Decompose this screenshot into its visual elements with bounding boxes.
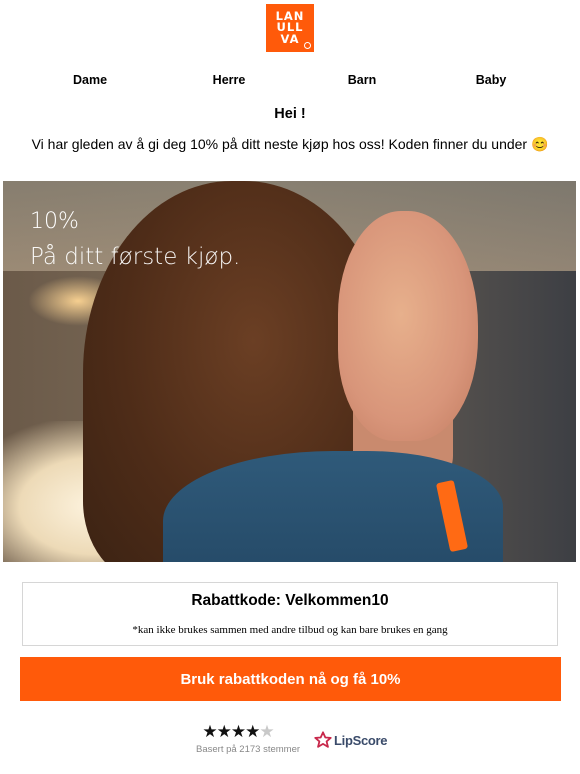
nav-item-dame[interactable]: Dame <box>73 73 107 87</box>
discount-terms-note: *kan ikke brukes sammen med andre tilbud… <box>132 624 448 636</box>
nav-item-barn[interactable]: Barn <box>348 73 376 87</box>
hero-model-face <box>338 211 478 441</box>
use-discount-button[interactable]: Bruk rabattkoden nå og få 10% <box>20 657 561 701</box>
discount-code-box: Rabattkode: Velkommen10 *kan ikke brukes… <box>22 582 558 646</box>
registered-mark-icon <box>304 42 311 49</box>
logo-line-3: VA <box>280 31 300 46</box>
star-half-icon: ★ <box>259 722 274 742</box>
category-nav: Dame Herre Barn Baby <box>0 73 580 89</box>
hero-headline: 10% <box>30 209 79 234</box>
brand-logo[interactable]: LAN ULL VA <box>266 4 314 52</box>
star-rating-icon: ★★★★★ <box>196 724 280 741</box>
promo-text: Vi har gleden av å gi deg 10% på ditt ne… <box>31 136 549 152</box>
lipscore-logo[interactable]: LipScore <box>314 731 388 749</box>
greeting-heading: Hei ! <box>274 106 306 122</box>
rating-summary[interactable]: ★★★★★ Basert på 2173 stemmer <box>196 724 301 756</box>
discount-code-title: Rabattkode: Velkommen10 <box>191 592 389 609</box>
nav-item-baby[interactable]: Baby <box>476 73 507 87</box>
hero-image[interactable]: 10% På ditt første kjøp. <box>3 181 576 562</box>
stars-full: ★★★★ <box>202 722 260 742</box>
hero-subline: På ditt første kjøp. <box>30 244 241 270</box>
rating-count: Basert på 2173 stemmer <box>196 744 301 755</box>
lipscore-wordmark: LipScore <box>334 732 388 748</box>
nav-item-herre[interactable]: Herre <box>213 73 246 87</box>
lipscore-star-icon <box>314 731 332 748</box>
